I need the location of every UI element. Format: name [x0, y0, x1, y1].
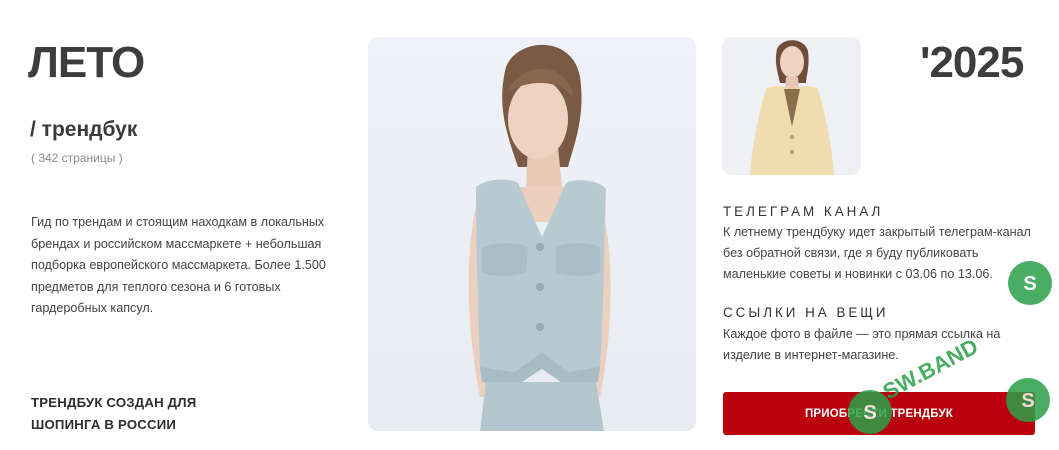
svg-text:S: S: [1023, 273, 1036, 295]
page-title-year: '2025: [920, 38, 1024, 87]
subtitle: / трендбук: [30, 118, 138, 141]
main-product-photo: [368, 37, 696, 431]
made-for-heading: ТРЕНДБУК СОЗДАН ДЛЯ ШОПИНГА В РОССИИ: [31, 395, 197, 432]
item-links-heading: ССЫЛКИ НА ВЕЩИ: [723, 305, 889, 320]
description-text: Гид по трендам и стоящим находкам в лока…: [31, 215, 326, 315]
watermark-logo-top: S: [1008, 261, 1052, 305]
watermark-text: SW.BAND: [879, 334, 982, 405]
watermark-logo: S SW.BAND S: [848, 334, 1050, 434]
page-count: ( 342 страницы ): [31, 151, 123, 165]
svg-text:S: S: [863, 402, 876, 424]
telegram-channel-heading: ТЕЛЕГРАМ КАНАЛ: [723, 204, 884, 219]
model-vest-illustration: [468, 44, 611, 431]
svg-text:S: S: [1021, 390, 1034, 412]
page-title-season: ЛЕТО: [28, 38, 145, 87]
model-blazer-illustration: [750, 40, 834, 175]
thumbnail-product-photo: [722, 37, 861, 175]
